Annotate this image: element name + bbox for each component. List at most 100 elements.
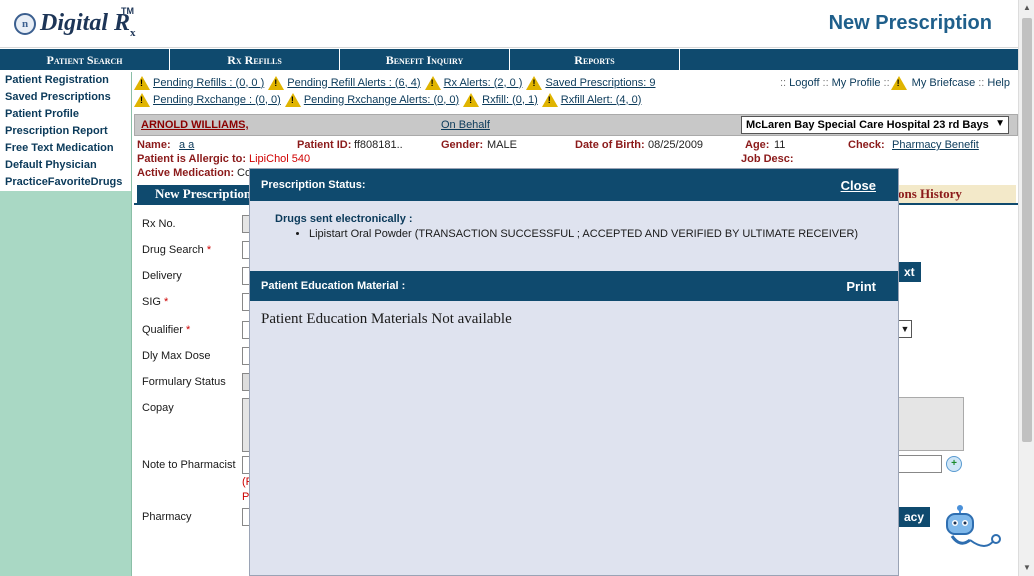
rx-no-label: Rx No. bbox=[142, 218, 176, 230]
sig-label: SIG * bbox=[142, 296, 168, 308]
formulary-status-label: Formulary Status bbox=[142, 376, 226, 388]
sidebar-item-patient-registration[interactable]: Patient Registration bbox=[0, 72, 131, 89]
allergy-value: LipiChol 540 bbox=[249, 153, 311, 165]
check-label: Check: bbox=[848, 139, 885, 151]
pharmacy-benefit-link[interactable]: Pharmacy Benefit bbox=[892, 139, 979, 151]
logoff-link[interactable]: Logoff bbox=[789, 77, 819, 89]
sidebar-item-practice-favorite-drugs[interactable]: PracticeFavoriteDrugs bbox=[0, 174, 131, 191]
allergy-label: Patient is Allergic to: bbox=[137, 153, 247, 165]
pending-refill-alerts-link[interactable]: Pending Refill Alerts : (6, 4) bbox=[287, 77, 420, 89]
warning-icon bbox=[134, 92, 150, 107]
pharmacy-label: Pharmacy bbox=[142, 511, 192, 523]
sent-drugs-list: Lipistart Oral Powder (TRANSACTION SUCCE… bbox=[309, 228, 873, 240]
facility-value: McLaren Bay Special Care Hospital 23 rd … bbox=[746, 119, 989, 131]
warning-icon bbox=[541, 92, 558, 107]
sidebar-item-patient-profile[interactable]: Patient Profile bbox=[0, 106, 131, 123]
separator: :: bbox=[780, 76, 787, 89]
age-value: 11 bbox=[774, 139, 786, 151]
lookup-icon[interactable]: + bbox=[946, 456, 962, 472]
help-link[interactable]: Help bbox=[987, 77, 1010, 89]
scroll-up-icon[interactable]: ▲ bbox=[1019, 0, 1034, 16]
scroll-down-icon[interactable]: ▼ bbox=[1019, 560, 1034, 576]
dob-value: 08/25/2009 bbox=[648, 139, 704, 151]
logo-sub: x bbox=[130, 26, 136, 39]
my-briefcase-link[interactable]: My Briefcase bbox=[912, 77, 976, 89]
qualifier-text: Qualifier bbox=[142, 324, 183, 336]
qualifier-dropdown-icon[interactable]: ▼ bbox=[898, 320, 912, 338]
age-label: Age: bbox=[745, 139, 770, 151]
scroll-thumb[interactable] bbox=[1022, 18, 1032, 442]
warning-icon bbox=[134, 75, 150, 90]
facility-select[interactable]: McLaren Bay Special Care Hospital 23 rd … bbox=[741, 116, 1009, 134]
sent-drugs-section: Drugs sent electronically : Lipistart Or… bbox=[250, 201, 898, 271]
separator: :: bbox=[978, 76, 985, 89]
pharmacy-button[interactable]: acy bbox=[898, 507, 930, 527]
note-side-input[interactable] bbox=[898, 455, 942, 473]
nav-tab-rx-refills[interactable]: Rx Refills bbox=[170, 49, 340, 71]
drug-search-label: Drug Search * bbox=[142, 244, 211, 256]
warning-icon bbox=[268, 75, 285, 90]
nav-tab-reports[interactable]: Reports bbox=[510, 49, 680, 71]
required-mark: * bbox=[186, 324, 191, 336]
required-mark: * bbox=[164, 296, 169, 308]
warning-icon bbox=[463, 92, 480, 107]
alert-row-2: Pending Rxchange : (0, 0) Pending Rxchan… bbox=[134, 91, 1014, 108]
education-message: Patient Education Materials Not availabl… bbox=[261, 311, 512, 327]
pending-rxchange-link[interactable]: Pending Rxchange : (0, 0) bbox=[153, 94, 281, 106]
nav-tab-patient-search[interactable]: Patient Search bbox=[0, 49, 170, 71]
warning-icon bbox=[284, 92, 301, 107]
gender-label: Gender: bbox=[441, 139, 484, 151]
robot-assistant-icon[interactable] bbox=[942, 502, 1002, 552]
logo-mark-icon: n bbox=[14, 13, 36, 35]
pending-rxchange-alerts-link[interactable]: Pending Rxchange Alerts: (0, 0) bbox=[304, 94, 459, 106]
gender-value: MALE bbox=[487, 139, 517, 151]
status-dialog-title: Prescription Status: bbox=[261, 179, 366, 191]
top-nav: Patient Search Rx Refills Benefit Inquir… bbox=[0, 48, 1018, 71]
active-medication-label: Active Medication: bbox=[137, 167, 235, 179]
nav-tab-benefit-inquiry[interactable]: Benefit Inquiry bbox=[340, 49, 510, 71]
sidebar: Patient Registration Saved Prescriptions… bbox=[0, 72, 132, 576]
education-title: Patient Education Material : bbox=[261, 280, 406, 292]
sig-text: SIG bbox=[142, 296, 161, 308]
chevron-down-icon: ▼ bbox=[995, 118, 1005, 129]
sidebar-item-saved-prescriptions[interactable]: Saved Prescriptions bbox=[0, 89, 131, 106]
drug-search-text: Drug Search bbox=[142, 244, 204, 256]
print-button[interactable]: Print bbox=[846, 279, 876, 294]
qualifier-label: Qualifier * bbox=[142, 324, 190, 336]
copay-side-field bbox=[898, 397, 964, 451]
patient-id-label: Patient ID: bbox=[297, 139, 352, 151]
warning-icon bbox=[424, 75, 441, 90]
separator: :: bbox=[883, 76, 890, 89]
close-button[interactable]: Close bbox=[841, 178, 876, 193]
header: n Digital Rx TM New Prescription bbox=[0, 0, 1018, 48]
rxfill-alert-link[interactable]: Rxfill Alert: (4, 0) bbox=[561, 94, 642, 106]
pending-refills-link[interactable]: Pending Refills : (0, 0 ) bbox=[153, 77, 264, 89]
warning-icon bbox=[890, 75, 907, 90]
name-label: Name: bbox=[137, 139, 171, 151]
tab-prescriptions-history[interactable]: ons History bbox=[898, 185, 1016, 203]
dob-label: Date of Birth: bbox=[575, 139, 645, 151]
tab-new-prescription[interactable]: New Prescription bbox=[137, 185, 253, 203]
name-value[interactable]: a a bbox=[179, 139, 194, 151]
sidebar-item-prescription-report[interactable]: Prescription Report bbox=[0, 123, 131, 140]
prescription-status-dialog: Prescription Status: Close Drugs sent el… bbox=[249, 168, 899, 576]
on-behalf-link[interactable]: On Behalf bbox=[441, 119, 490, 131]
sidebar-item-default-physician[interactable]: Default Physician bbox=[0, 157, 131, 174]
warning-icon bbox=[526, 75, 543, 90]
copay-label: Copay bbox=[142, 402, 174, 414]
rx-alerts-link[interactable]: Rx Alerts: (2, 0 ) bbox=[444, 77, 523, 89]
sidebar-item-free-text-medication[interactable]: Free Text Medication bbox=[0, 140, 131, 157]
logo-mark: n bbox=[21, 18, 29, 30]
required-mark: * bbox=[206, 244, 212, 256]
digital-rx-logo: n Digital Rx TM bbox=[14, 6, 136, 40]
delivery-label: Delivery bbox=[142, 270, 182, 282]
status-dialog-header: Prescription Status: Close bbox=[250, 169, 898, 201]
saved-prescriptions-link[interactable]: Saved Prescriptions: 9 bbox=[545, 77, 655, 89]
job-desc-label: Job Desc: bbox=[741, 153, 794, 165]
my-profile-link[interactable]: My Profile bbox=[832, 77, 881, 89]
logo-word: Digital R bbox=[40, 9, 131, 36]
vertical-scrollbar[interactable]: ▲ ▼ bbox=[1018, 0, 1034, 576]
next-button[interactable]: xt bbox=[898, 262, 921, 282]
patient-name-link[interactable]: ARNOLD WILLIAMS, bbox=[141, 119, 249, 131]
rxfill-link[interactable]: Rxfill: (0, 1) bbox=[482, 94, 538, 106]
